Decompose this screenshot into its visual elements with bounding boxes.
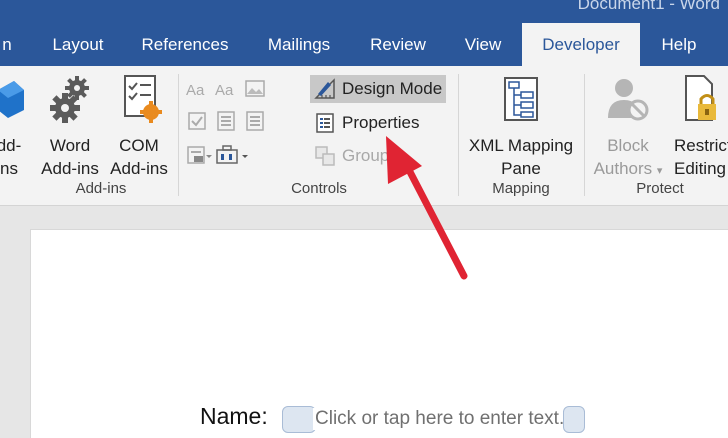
plain-text-control-icon[interactable]: Aa bbox=[215, 78, 237, 100]
xml-mapping-icon bbox=[504, 77, 538, 121]
group-button[interactable]: Group bbox=[310, 142, 393, 170]
word-window: Document1 - Word n Layout References Mai… bbox=[0, 0, 728, 438]
legacy-tools-icon[interactable] bbox=[215, 144, 251, 166]
addins-label-1: dd- bbox=[0, 136, 22, 155]
rich-text-control-icon[interactable]: Aa bbox=[186, 78, 208, 100]
controls-group-label: Controls bbox=[291, 180, 347, 197]
content-control-handle-right[interactable] bbox=[563, 405, 586, 433]
addins-label-2: ns bbox=[0, 159, 18, 178]
addins-group-label: Add-ins bbox=[75, 180, 127, 197]
xml-mapping-pane-button[interactable]: XML Mapping Pane bbox=[462, 74, 580, 180]
block-authors-button[interactable]: Block Authors ▾ bbox=[586, 74, 670, 183]
dropdown-list-control-icon[interactable] bbox=[244, 110, 266, 132]
plain-text-content-control[interactable]: Click or tap here to enter text. bbox=[282, 405, 586, 433]
tab-review[interactable]: Review bbox=[360, 23, 436, 66]
content-control-handle-left[interactable] bbox=[282, 405, 316, 433]
block-authors-icon bbox=[608, 79, 649, 121]
tab-references[interactable]: References bbox=[132, 23, 238, 66]
design-mode-icon bbox=[314, 78, 335, 99]
com-addins-button[interactable]: COM Add-ins bbox=[106, 74, 172, 180]
restrict-editing-button[interactable]: Restrict Editing bbox=[674, 74, 728, 180]
group-label: Group bbox=[342, 146, 390, 165]
xml-mapping-label-2: Pane bbox=[501, 159, 541, 178]
word-addins-button[interactable]: Word Add-ins bbox=[36, 74, 104, 180]
combo-box-control-icon[interactable] bbox=[215, 110, 237, 132]
tab-layout[interactable]: Layout bbox=[40, 23, 116, 66]
group-divider bbox=[458, 74, 459, 196]
picture-control-icon[interactable] bbox=[244, 78, 266, 100]
title-and-tab-bar: Document1 - Word n Layout References Mai… bbox=[0, 0, 728, 66]
addins-button[interactable]: dd- ns bbox=[0, 74, 26, 180]
word-addins-label-2: Add-ins bbox=[41, 159, 99, 178]
gear-icon bbox=[50, 76, 89, 123]
group-divider bbox=[584, 74, 585, 196]
tab-developer[interactable]: Developer bbox=[522, 23, 640, 66]
com-addins-label-1: COM bbox=[119, 136, 159, 155]
restrict-editing-label-1: Restrict bbox=[674, 136, 728, 155]
properties-label: Properties bbox=[342, 113, 420, 132]
chevron-down-icon: ▾ bbox=[656, 165, 663, 177]
tab-help[interactable]: Help bbox=[648, 23, 710, 66]
group-icon bbox=[315, 146, 335, 166]
svg-text:Aa: Aa bbox=[215, 82, 234, 99]
properties-button[interactable]: Properties bbox=[310, 109, 423, 137]
window-title: Document1 - Word bbox=[577, 0, 720, 13]
store-icon bbox=[0, 81, 24, 118]
block-authors-label-1: Block bbox=[607, 136, 649, 155]
mapping-group-label: Mapping bbox=[492, 180, 550, 197]
tab-view[interactable]: View bbox=[452, 23, 514, 66]
protect-group-label: Protect bbox=[636, 180, 684, 197]
com-addins-icon bbox=[124, 75, 162, 123]
tab-insert[interactable]: n bbox=[0, 23, 14, 66]
restrict-editing-label-2: Editing bbox=[674, 159, 726, 178]
ribbon: dd- ns Word Add-ins COM Add-ins Add-ins … bbox=[0, 66, 728, 206]
document-area bbox=[0, 207, 728, 438]
name-label: Name: bbox=[200, 403, 268, 429]
word-addins-label-1: Word bbox=[49, 136, 91, 155]
design-mode-label: Design Mode bbox=[342, 79, 443, 98]
svg-text:Aa: Aa bbox=[186, 82, 205, 99]
group-divider bbox=[178, 74, 179, 196]
design-mode-button[interactable]: Design Mode bbox=[310, 75, 447, 103]
tab-mailings[interactable]: Mailings bbox=[254, 23, 344, 66]
xml-mapping-label-1: XML Mapping bbox=[468, 136, 574, 155]
com-addins-label-2: Add-ins bbox=[110, 159, 168, 178]
content-control-placeholder[interactable]: Click or tap here to enter text. bbox=[313, 408, 567, 430]
restrict-editing-icon bbox=[685, 75, 716, 121]
properties-icon bbox=[316, 113, 334, 133]
checkbox-control-icon[interactable] bbox=[186, 110, 208, 132]
building-block-control-icon[interactable] bbox=[186, 144, 212, 166]
